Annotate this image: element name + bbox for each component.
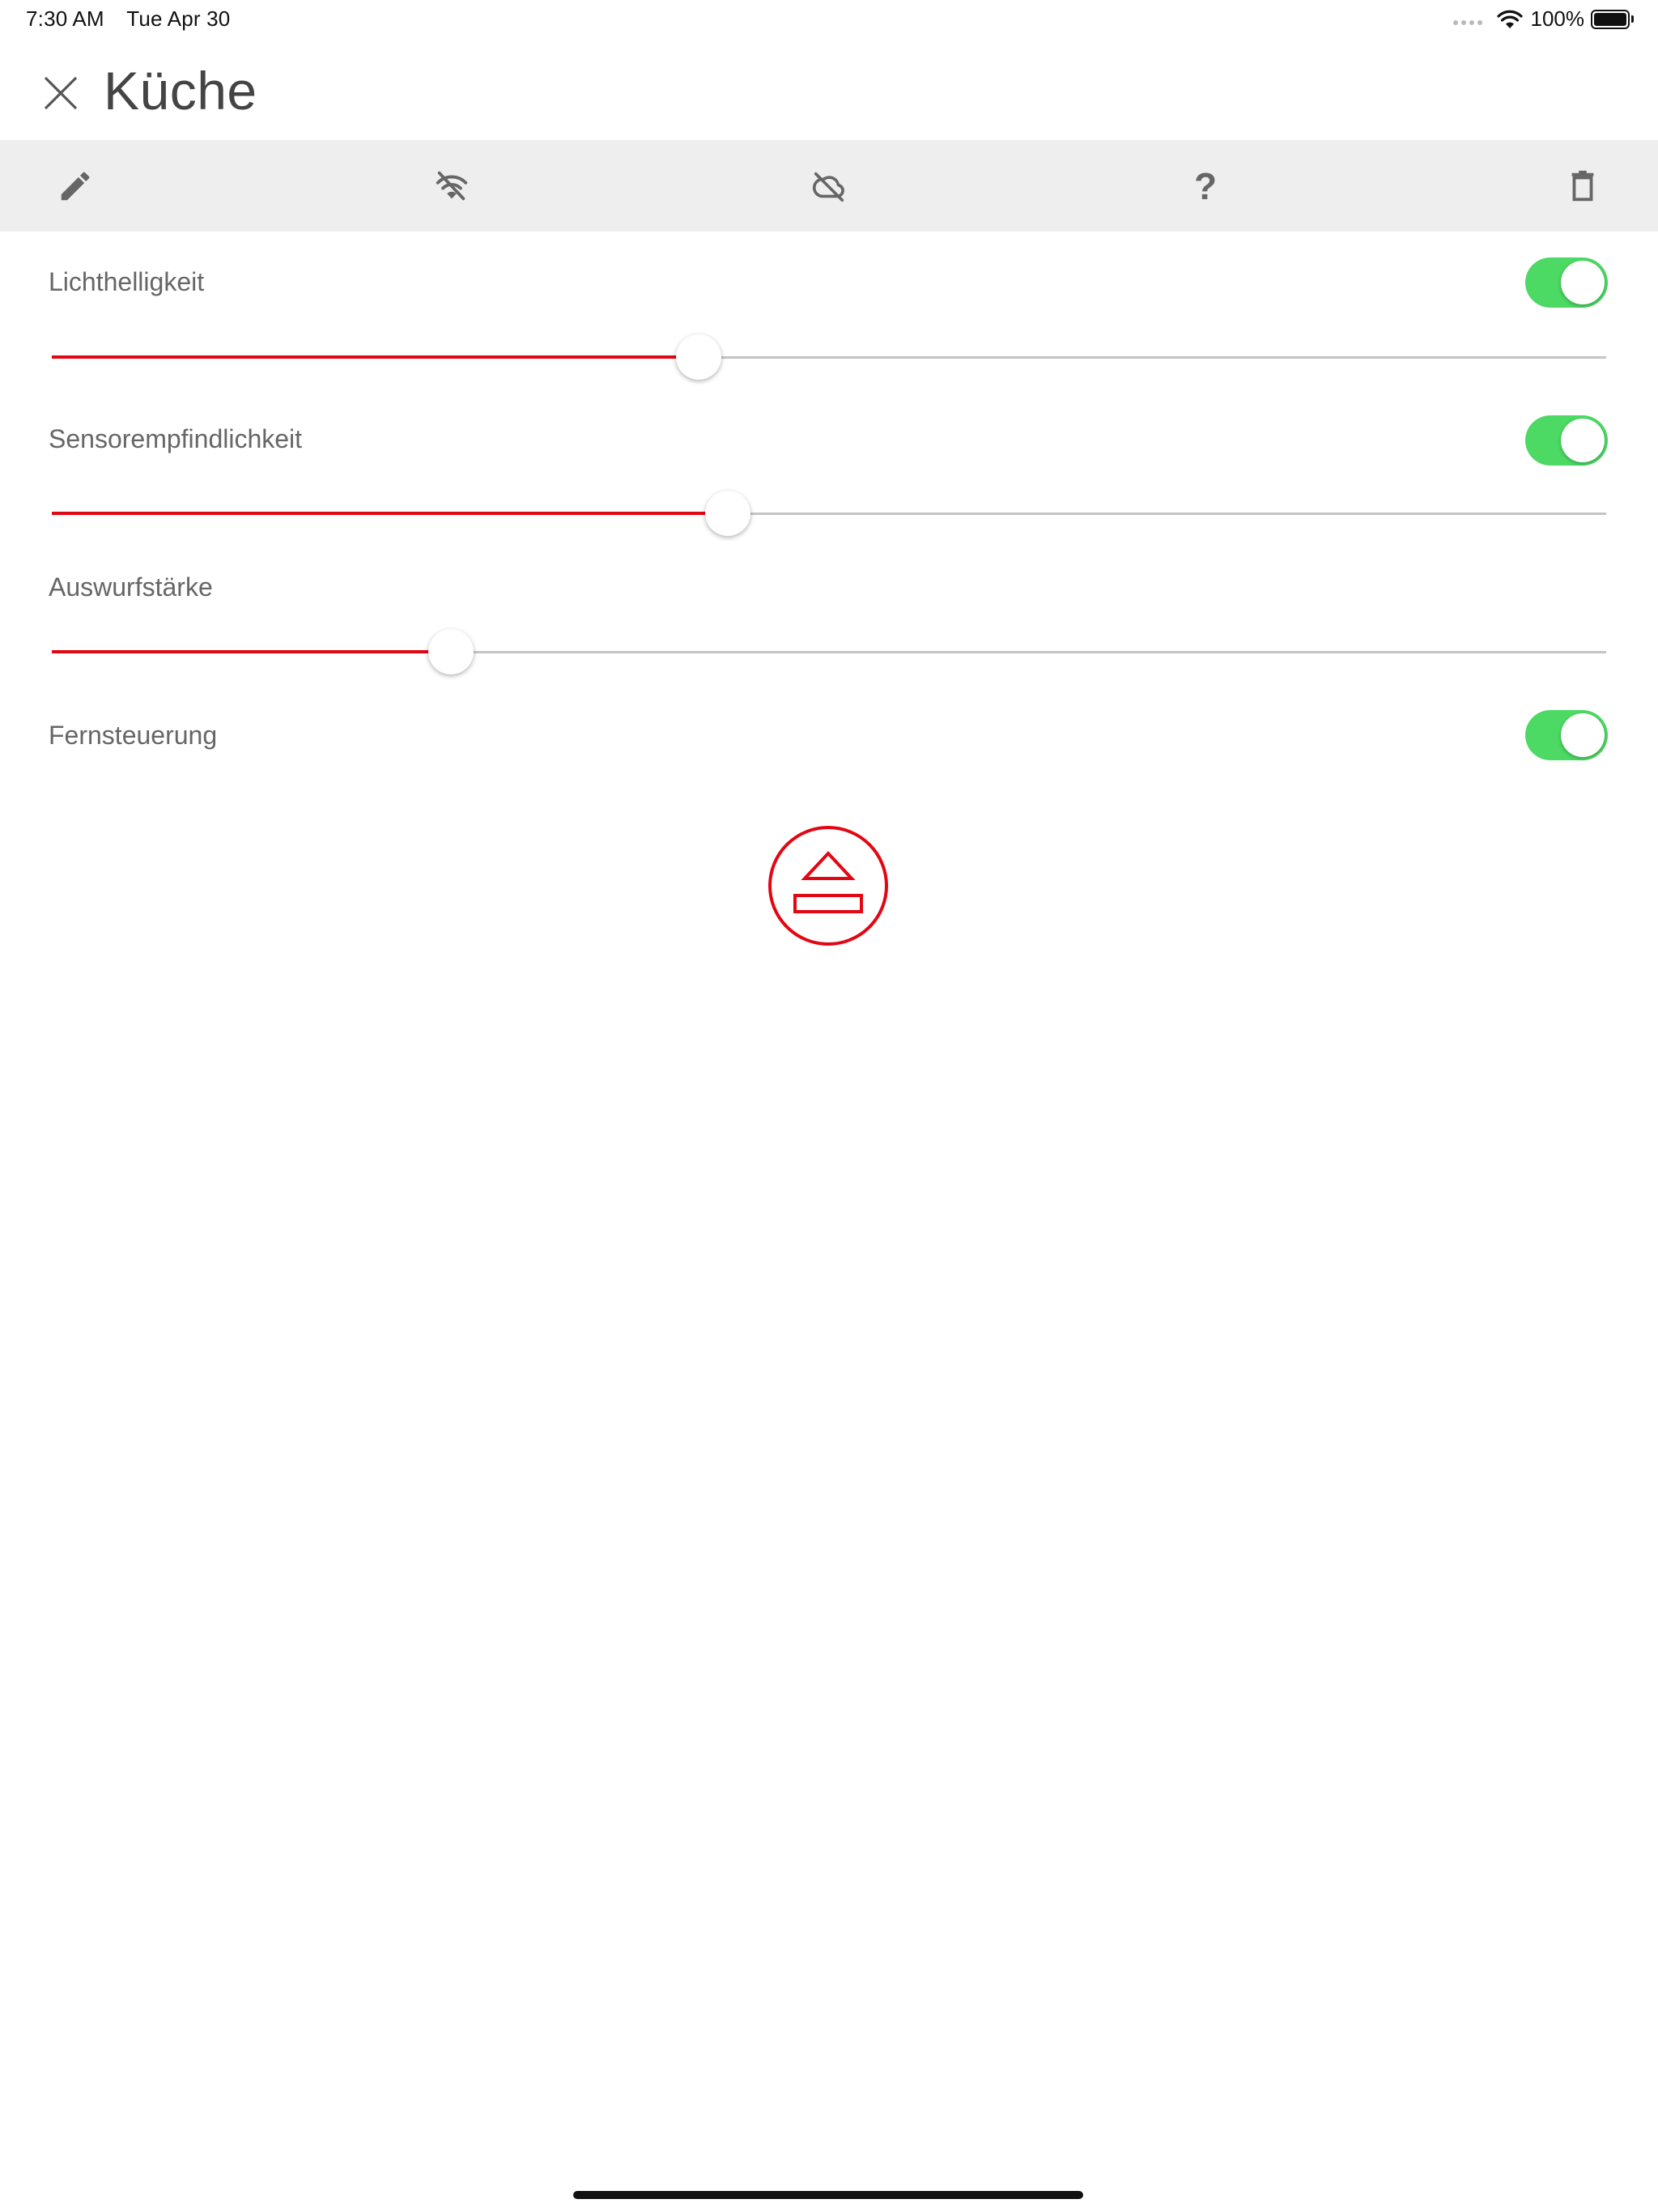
status-date: Tue Apr 30 — [126, 6, 231, 31]
toggle-knob — [1561, 419, 1605, 462]
status-left: 7:30 AM Tue Apr 30 — [26, 6, 230, 32]
edit-button[interactable] — [53, 164, 97, 208]
cloud-off-icon — [812, 172, 844, 202]
page-title: Küche — [104, 61, 257, 121]
wifi-off-button[interactable] — [430, 164, 474, 208]
status-right: 100% — [1452, 6, 1634, 32]
battery-percent: 100% — [1530, 6, 1585, 31]
slider-thumb[interactable] — [705, 491, 751, 536]
cloud-off-button[interactable] — [807, 164, 851, 208]
slider-thumb[interactable] — [428, 629, 474, 674]
wifi-off-icon — [436, 171, 468, 201]
light-brightness-slider[interactable] — [52, 334, 1606, 380]
eject-button[interactable] — [767, 825, 889, 946]
status-bar: 7:30 AM Tue Apr 30 100% — [0, 0, 1658, 37]
light-brightness-toggle[interactable] — [1525, 257, 1608, 308]
eject-strength-label: Auswurfstärke — [49, 572, 213, 602]
slider-thumb[interactable] — [675, 334, 721, 380]
help-button[interactable]: ? — [1184, 164, 1227, 208]
slider-fill — [52, 355, 699, 359]
toolbar: ? — [0, 140, 1658, 232]
wifi-icon — [1496, 10, 1523, 28]
light-brightness-label: Lichthelligkeit — [49, 267, 205, 296]
trash-icon — [1571, 170, 1594, 202]
screen: 7:30 AM Tue Apr 30 100% Küche ? Lichthel… — [0, 0, 1658, 2212]
toggle-knob — [1561, 713, 1605, 757]
remote-control-toggle[interactable] — [1525, 710, 1608, 760]
slider-fill — [52, 512, 729, 515]
sensor-sensitivity-slider[interactable] — [52, 491, 1606, 536]
pencil-icon — [61, 172, 90, 201]
signal-dots-icon — [1452, 19, 1482, 25]
sensor-sensitivity-toggle[interactable] — [1525, 415, 1608, 466]
header: Küche — [0, 49, 1658, 139]
home-indicator[interactable] — [573, 2191, 1083, 2199]
help-icon: ? — [1193, 165, 1218, 207]
slider-fill — [52, 650, 452, 653]
eject-strength-slider[interactable] — [52, 629, 1606, 674]
remote-control-label: Fernsteuerung — [49, 721, 218, 750]
close-button[interactable] — [39, 71, 83, 115]
delete-button[interactable] — [1561, 164, 1605, 208]
close-icon — [44, 76, 78, 110]
sensor-sensitivity-label: Sensorempfindlichkeit — [49, 424, 303, 453]
toggle-knob — [1561, 261, 1605, 304]
status-time: 7:30 AM — [26, 6, 104, 31]
battery-icon — [1591, 9, 1634, 29]
eject-icon — [768, 826, 888, 946]
